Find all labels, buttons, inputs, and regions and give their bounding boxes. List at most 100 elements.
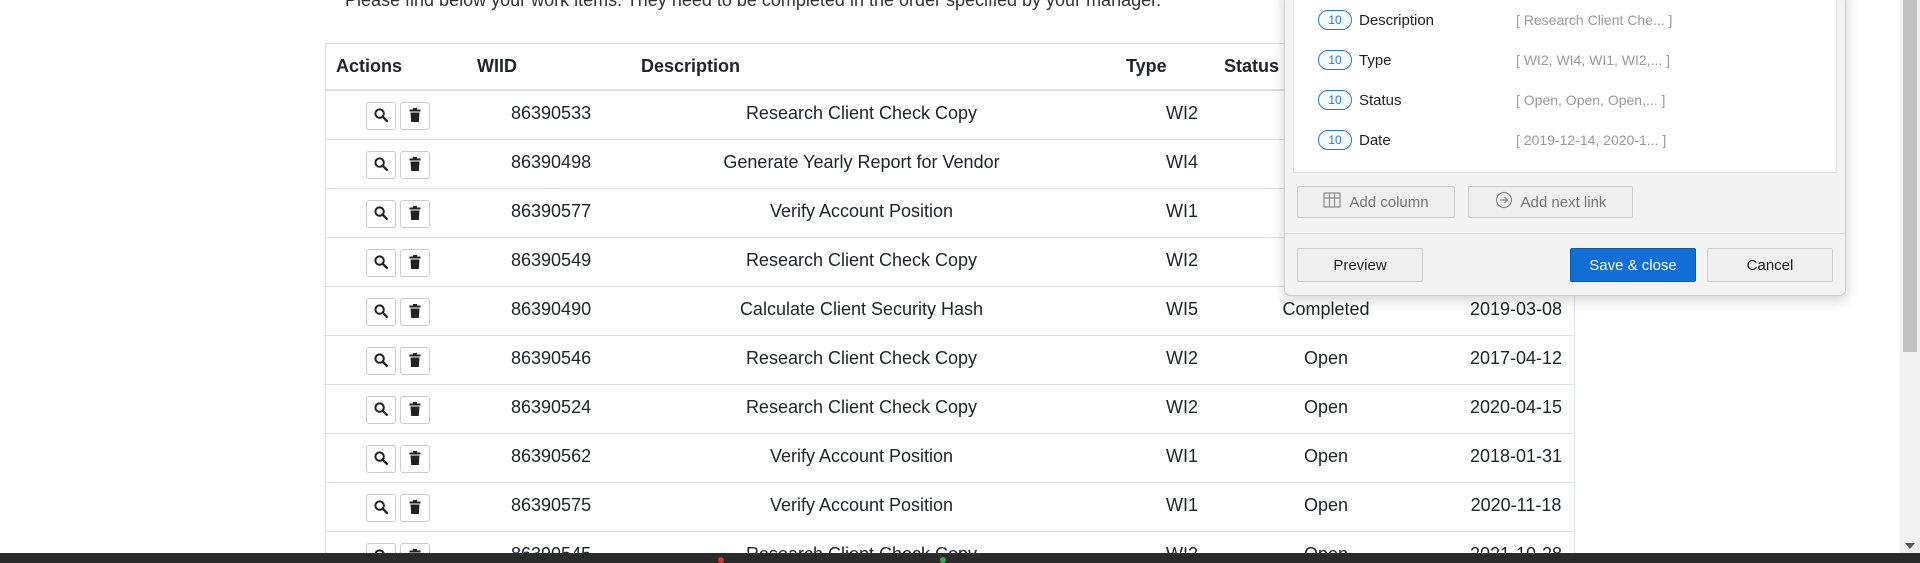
cell-wiid: 86390498 bbox=[511, 152, 592, 172]
delete-button[interactable] bbox=[400, 298, 430, 326]
search-icon bbox=[374, 400, 389, 421]
cancel-button[interactable]: Cancel bbox=[1707, 248, 1833, 282]
cell-type: WI1 bbox=[1166, 201, 1199, 221]
cell-description: Research Client Check Copy bbox=[745, 348, 978, 368]
cell-status: Open bbox=[1303, 495, 1349, 515]
delete-button[interactable] bbox=[400, 200, 430, 228]
save-close-button[interactable]: Save & close bbox=[1570, 248, 1696, 282]
trash-icon bbox=[409, 302, 421, 323]
taskbar bbox=[0, 553, 1920, 563]
search-icon bbox=[374, 253, 389, 274]
search-icon bbox=[374, 204, 389, 225]
cell-date: 2020-04-15 bbox=[1469, 397, 1563, 417]
count-badge: 10 bbox=[1318, 130, 1352, 150]
header-actions: Actions bbox=[336, 56, 403, 76]
trash-icon bbox=[409, 449, 421, 470]
trash-icon bbox=[409, 204, 421, 225]
cell-date: 2020-11-18 bbox=[1470, 495, 1562, 515]
cell-type: WI4 bbox=[1166, 152, 1199, 172]
search-icon bbox=[374, 449, 389, 470]
dialog-divider bbox=[1285, 233, 1845, 234]
cell-wiid: 86390577 bbox=[511, 201, 592, 221]
delete-button[interactable] bbox=[400, 494, 430, 522]
field-row-description[interactable]: 10 Description [ Research Client Che... … bbox=[1294, 1, 1836, 41]
cell-wiid: 86390524 bbox=[511, 397, 592, 417]
field-preview: [ WI2, WI4, WI1, WI2,... ] bbox=[1516, 52, 1671, 68]
cell-status: Open bbox=[1303, 348, 1349, 368]
trash-icon bbox=[409, 400, 421, 421]
link-editor-dialog: 10 Description [ Research Client Che... … bbox=[1284, 0, 1846, 296]
add-column-button[interactable]: Add column bbox=[1297, 186, 1455, 218]
view-button[interactable] bbox=[366, 298, 396, 326]
view-button[interactable] bbox=[366, 249, 396, 277]
cell-status: Open bbox=[1226, 544, 1426, 553]
view-button[interactable] bbox=[366, 102, 396, 130]
cell-wiid: 86390549 bbox=[511, 250, 592, 270]
delete-button[interactable] bbox=[400, 445, 430, 473]
trash-icon bbox=[409, 155, 421, 176]
field-name: Type bbox=[1359, 52, 1392, 69]
field-preview: [ Open, Open, Open,... ] bbox=[1516, 92, 1666, 108]
view-button[interactable] bbox=[366, 396, 396, 424]
header-description: Description bbox=[641, 56, 741, 76]
cell-description: Research Client Check Copy bbox=[745, 250, 978, 270]
field-name: Date bbox=[1359, 132, 1391, 149]
cell-wiid: 86390545 bbox=[511, 544, 591, 553]
field-row-date[interactable]: 10 Date [ 2019-12-14, 2020-1... ] bbox=[1294, 121, 1836, 161]
cell-date: 2019-03-08 bbox=[1469, 299, 1563, 319]
trash-icon bbox=[409, 106, 421, 127]
scroll-down-icon[interactable] bbox=[1905, 543, 1915, 549]
add-next-link-button[interactable]: Add next link bbox=[1468, 186, 1633, 218]
delete-button[interactable] bbox=[400, 151, 430, 179]
cell-description: Verify Account Position bbox=[769, 201, 954, 221]
trash-icon bbox=[409, 498, 421, 519]
header-status: Status bbox=[1224, 56, 1280, 76]
trash-icon bbox=[409, 351, 421, 372]
cell-type: WI2 bbox=[1166, 397, 1199, 417]
delete-button[interactable] bbox=[400, 396, 430, 424]
cell-wiid: 86390546 bbox=[511, 348, 592, 368]
cell-description: Generate Yearly Report for Vendor bbox=[723, 152, 1000, 172]
intro-text: Please find below your work items. They … bbox=[345, 0, 1162, 10]
cell-type: WI2 bbox=[1166, 250, 1199, 270]
cell-date: 2018-01-31 bbox=[1469, 446, 1563, 466]
table-row: 86390524 Research Client Check Copy WI2 Ope… bbox=[326, 385, 1574, 434]
delete-button[interactable] bbox=[400, 543, 430, 553]
view-button[interactable] bbox=[366, 347, 396, 375]
view-button[interactable] bbox=[366, 543, 396, 553]
cell-type: WI2 bbox=[1166, 103, 1199, 123]
preview-button[interactable]: Preview bbox=[1297, 248, 1423, 282]
field-name: Status bbox=[1359, 92, 1402, 109]
view-button[interactable] bbox=[366, 445, 396, 473]
search-icon bbox=[374, 498, 389, 519]
view-button[interactable] bbox=[366, 151, 396, 179]
delete-button[interactable] bbox=[400, 347, 430, 375]
cell-wiid: 86390533 bbox=[511, 103, 592, 123]
field-list: 10 Description [ Research Client Che... … bbox=[1293, 0, 1837, 173]
view-button[interactable] bbox=[366, 494, 396, 522]
cell-wiid: 86390562 bbox=[511, 446, 592, 466]
field-row-status[interactable]: 10 Status [ Open, Open, Open,... ] bbox=[1294, 81, 1836, 121]
cell-type: WI1 bbox=[1166, 495, 1199, 515]
cell-description: Calculate Client Security Hash bbox=[739, 299, 984, 319]
add-next-link-label: Add next link bbox=[1520, 193, 1607, 211]
scrollbar-thumb[interactable] bbox=[1903, 0, 1917, 352]
taskbar-app-icon[interactable] bbox=[940, 557, 946, 563]
field-row-type[interactable]: 10 Type [ WI2, WI4, WI1, WI2,... ] bbox=[1294, 41, 1836, 81]
add-column-icon bbox=[1323, 192, 1341, 212]
view-button[interactable] bbox=[366, 200, 396, 228]
delete-button[interactable] bbox=[400, 102, 430, 130]
field-preview: [ Research Client Che... ] bbox=[1516, 12, 1673, 28]
count-badge: 10 bbox=[1318, 90, 1352, 110]
cell-description: Verify Account Position bbox=[769, 446, 954, 466]
taskbar-app-icon[interactable] bbox=[718, 557, 724, 563]
cell-description: Research Client Check Copy bbox=[745, 397, 978, 417]
cell-date: 2017-04-12 bbox=[1469, 348, 1563, 368]
cell-description: Verify Account Position bbox=[769, 495, 954, 515]
search-icon bbox=[374, 302, 389, 323]
header-type: Type bbox=[1126, 56, 1167, 76]
cell-type: WI2 bbox=[1166, 544, 1198, 553]
delete-button[interactable] bbox=[400, 249, 430, 277]
vertical-scrollbar[interactable] bbox=[1900, 0, 1920, 553]
add-link-icon bbox=[1495, 191, 1513, 213]
